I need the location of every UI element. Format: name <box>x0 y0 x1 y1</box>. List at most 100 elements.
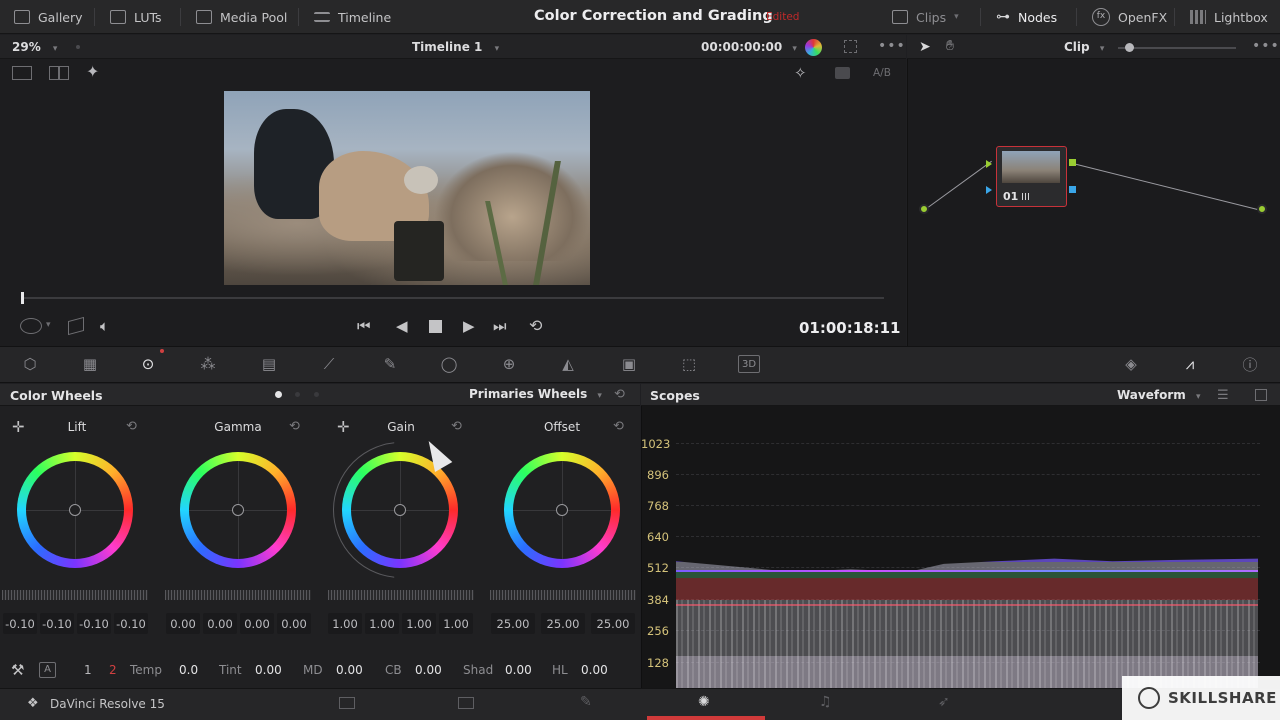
page-dot[interactable] <box>314 392 319 397</box>
fullscreen-icon[interactable] <box>844 40 857 53</box>
camera-raw-icon[interactable]: ⬡ <box>20 355 40 373</box>
wipe-icon[interactable] <box>835 67 850 79</box>
gain-wheel-handle[interactable] <box>394 504 406 516</box>
page-dot[interactable] <box>295 392 300 397</box>
motion-effects-icon[interactable]: ▤ <box>259 355 279 373</box>
media-pool-button[interactable]: Media Pool <box>196 0 287 34</box>
lift-b-value[interactable]: -0.10 <box>114 613 148 634</box>
hand-icon[interactable]: ✋︎ <box>946 38 954 54</box>
corrector-node[interactable]: 01 <box>996 146 1067 207</box>
reset-icon[interactable]: ⟲ <box>451 419 462 434</box>
3d-icon[interactable]: 3D <box>738 355 760 373</box>
node-graph[interactable] <box>907 59 1280 346</box>
cb-value[interactable]: 0.00 <box>415 663 442 677</box>
source-timecode[interactable]: 00:00:00:00 ▾ <box>701 40 797 54</box>
pointer-icon[interactable]: ➤ <box>919 39 931 55</box>
node-zoom-handle[interactable] <box>1125 43 1134 52</box>
lift-y-value[interactable]: -0.10 <box>3 613 37 634</box>
rgb-output-icon[interactable] <box>1069 159 1076 166</box>
node-mode-select[interactable]: Clip ▾ <box>1064 40 1104 54</box>
color-page-icon[interactable]: ✺ <box>698 694 710 710</box>
gallery-button[interactable]: Gallery <box>14 0 83 34</box>
nodes-button[interactable]: ⊶ Nodes <box>996 0 1057 34</box>
gamma-g-value[interactable]: 0.00 <box>240 613 274 634</box>
scope-type-select[interactable]: Waveform ▾ <box>1117 388 1200 402</box>
page-2-button[interactable]: 2 <box>109 663 117 677</box>
proxy-icon[interactable] <box>20 318 42 334</box>
gain-b-value[interactable]: 1.00 <box>439 613 473 634</box>
gain-master-jog[interactable] <box>328 590 474 600</box>
lift-g-value[interactable]: -0.10 <box>77 613 111 634</box>
luts-button[interactable]: LUTs <box>110 0 162 34</box>
more-options-icon[interactable]: ••• <box>1252 38 1280 54</box>
lightbox-button[interactable]: Lightbox <box>1190 0 1268 34</box>
reset-icon[interactable]: ⟲ <box>613 419 624 434</box>
gamma-wheel-handle[interactable] <box>232 504 244 516</box>
color-picker-icon[interactable] <box>805 39 822 56</box>
offset-b-value[interactable]: 25.00 <box>591 613 635 634</box>
lift-r-value[interactable]: -0.10 <box>40 613 74 634</box>
lift-wheel-handle[interactable] <box>69 504 81 516</box>
scopes-icon[interactable]: ⩘ <box>1180 355 1200 373</box>
offset-wheel-handle[interactable] <box>556 504 568 516</box>
gain-r-value[interactable]: 1.00 <box>365 613 399 634</box>
gamma-r-value[interactable]: 0.00 <box>203 613 237 634</box>
source-input-dot[interactable] <box>919 204 929 214</box>
output-dot[interactable] <box>1257 204 1267 214</box>
gamma-y-value[interactable]: 0.00 <box>166 613 200 634</box>
expand-icon[interactable] <box>1255 389 1267 401</box>
stop-icon[interactable] <box>429 320 442 333</box>
reset-icon[interactable]: ⟲ <box>289 419 300 434</box>
media-page-icon[interactable] <box>339 697 355 709</box>
qualifier-icon[interactable]: ✎ <box>380 355 400 373</box>
loop-icon[interactable]: ⟲ <box>529 316 542 335</box>
curves-icon[interactable]: ⟋ <box>319 355 339 373</box>
single-view-icon[interactable] <box>12 66 32 80</box>
rgb-mixer-icon[interactable]: ⁂ <box>198 355 218 373</box>
scope-settings-icon[interactable]: ☰ <box>1217 388 1229 403</box>
auto-balance-icon[interactable]: ⚒ <box>11 661 24 679</box>
keyframes-icon[interactable]: ◈ <box>1121 355 1141 373</box>
more-options-icon[interactable]: ••• <box>878 38 906 54</box>
node-zoom-slider[interactable] <box>1118 47 1236 49</box>
shad-value[interactable]: 0.00 <box>505 663 532 677</box>
rgb-input-icon[interactable] <box>986 160 992 168</box>
tracker-icon[interactable]: ⊕ <box>499 355 519 373</box>
deliver-page-icon[interactable]: ➶ <box>938 694 950 710</box>
offset-g-value[interactable]: 25.00 <box>541 613 585 634</box>
chevron-down-icon[interactable]: ▾ <box>46 320 51 330</box>
fairlight-page-icon[interactable]: ♫ <box>819 694 832 710</box>
enhance-icon[interactable]: ✧ <box>794 64 807 82</box>
volume-icon[interactable]: 🔈︎ <box>100 317 109 335</box>
info-icon[interactable]: ⓘ <box>1240 355 1260 374</box>
picker-crosshair-icon[interactable]: ✛ <box>12 418 25 436</box>
magic-wand-icon[interactable]: ✦ <box>86 62 99 81</box>
zoom-select[interactable]: 29% ▾ <box>12 40 57 54</box>
key-icon[interactable]: ▣ <box>619 355 639 373</box>
color-match-icon[interactable]: ▦ <box>80 355 100 373</box>
cut-page-icon[interactable] <box>458 697 474 709</box>
offset-r-value[interactable]: 25.00 <box>491 613 535 634</box>
picker-crosshair-icon[interactable]: ✛ <box>337 418 350 436</box>
color-wheels-icon[interactable]: ⊙ <box>138 355 158 373</box>
blur-icon[interactable]: ◭ <box>558 355 578 373</box>
window-icon[interactable]: ◯ <box>439 355 459 373</box>
hl-value[interactable]: 0.00 <box>581 663 608 677</box>
ab-compare-label[interactable]: A/B <box>873 67 891 79</box>
sizing-icon[interactable]: ⬚ <box>679 355 699 373</box>
temp-value[interactable]: 0.0 <box>179 663 198 677</box>
auto-icon[interactable]: A <box>39 662 56 678</box>
reset-all-icon[interactable]: ⟲ <box>614 387 625 402</box>
skip-to-end-icon[interactable]: ⏭︎ <box>493 317 507 335</box>
reset-icon[interactable]: ⟲ <box>126 419 137 434</box>
playhead-scrubber[interactable] <box>22 297 884 299</box>
gamma-master-jog[interactable] <box>165 590 311 600</box>
playhead[interactable] <box>21 292 24 304</box>
play-reverse-icon[interactable]: ◀ <box>396 317 408 335</box>
lift-master-jog[interactable] <box>2 590 148 600</box>
gain-g-value[interactable]: 1.00 <box>402 613 436 634</box>
alpha-output-icon[interactable] <box>1069 186 1076 193</box>
edit-page-icon[interactable]: ✎ <box>580 694 592 710</box>
split-view-icon[interactable] <box>49 66 69 80</box>
alpha-input-icon[interactable] <box>986 186 992 194</box>
